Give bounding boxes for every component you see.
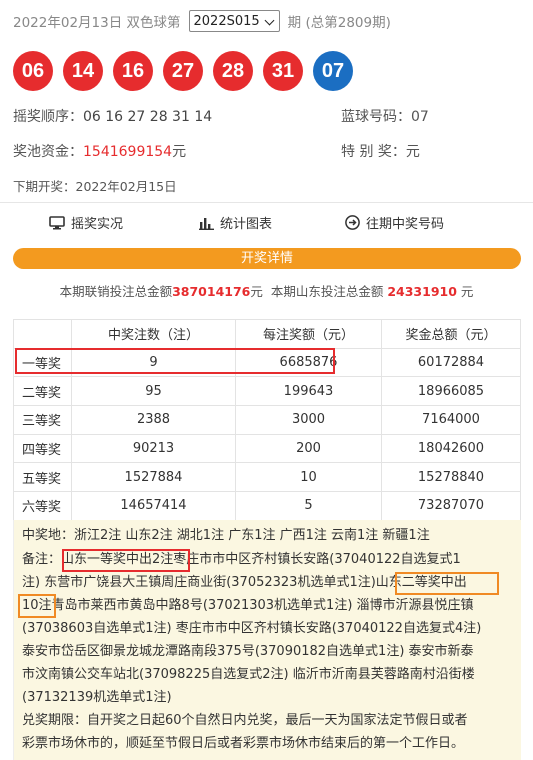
- special-prize-row: 特 别 奖：元: [341, 142, 420, 162]
- winner-count-cell: 14657414: [71, 491, 236, 521]
- shandong-sales-unit: 元: [460, 284, 474, 299]
- draw-order-row: 摇奖顺序：06 16 27 28 31 14: [13, 107, 212, 127]
- history-numbers-link[interactable]: 往期中奖号码: [345, 213, 444, 232]
- second-prize-note-highlight: [395, 572, 499, 595]
- divider: [0, 202, 533, 203]
- live-draw-label: 摇奖实况: [71, 217, 124, 232]
- draw-header: 2022年02月13日 双色球第 2022S015 期 (总第2809期): [13, 10, 391, 32]
- remarks-line: (37132139机选单式1注): [22, 690, 172, 705]
- table-row: 三等奖 2388 3000 7164000: [13, 405, 521, 435]
- winner-count-cell: 95: [71, 376, 236, 407]
- table-row: 四等奖 90213 200 18042600: [13, 433, 521, 464]
- claim-deadline-line: 兑奖期限：自开奖之日起60个自然日内兑奖，最后一天为国家法定节假日或者: [22, 713, 468, 728]
- draw-order-label: 摇奖顺序：: [13, 109, 83, 125]
- arrow-circle-icon: [345, 215, 360, 230]
- shandong-sales-value: 24331910: [387, 284, 457, 299]
- prize-each-cell: 5: [235, 491, 382, 521]
- red-ball: 31: [263, 51, 303, 91]
- first-prize-highlight: [15, 348, 335, 374]
- table-row: 二等奖 95 199643 18966085: [13, 376, 521, 407]
- draw-date-label: 2022年02月13日 双色球第: [13, 15, 181, 31]
- table-row: 五等奖 1527884 10 15278840: [13, 462, 521, 493]
- prize-level-cell: 五等奖: [13, 462, 72, 493]
- national-sales-value: 387014176: [172, 284, 251, 299]
- prize-level-cell: 六等奖: [13, 491, 72, 521]
- prize-level-cell: 二等奖: [13, 376, 72, 407]
- red-ball: 27: [163, 51, 203, 91]
- red-ball: 16: [113, 51, 153, 91]
- issue-suffix: 期 (总第2809期): [287, 15, 391, 31]
- quick-links: 摇奖实况 统计图表 往期中奖号码: [0, 213, 533, 235]
- remarks-label: 备注：: [22, 552, 62, 567]
- red-ball: 14: [63, 51, 103, 91]
- prize-pool-unit: 元: [172, 144, 187, 160]
- table-header-prize-total: 奖金总额（元）: [381, 319, 521, 349]
- table-header-row: 中奖注数（注） 每注奖额（元） 奖金总额（元）: [13, 319, 521, 349]
- issue-select-value: 2022S015: [193, 13, 260, 29]
- winner-location: 枣庄市市中区齐村镇长安路(37040122自选复式1: [173, 552, 461, 567]
- chevron-down-icon: [264, 16, 275, 27]
- stats-chart-link[interactable]: 统计图表: [199, 213, 272, 232]
- remarks-line: 市汶南镇公交车站北(37098225自选复式2注) 临沂市沂南县芙蓉路南村沿街楼: [22, 667, 475, 682]
- prize-total-cell: 18966085: [381, 376, 521, 407]
- table-header-level: [13, 319, 72, 349]
- red-ball: 06: [13, 51, 53, 91]
- blue-number-value: 07: [411, 109, 429, 125]
- table-row: 六等奖 14657414 5 73287070: [13, 491, 521, 521]
- table-header-prize-each: 每注奖额（元）: [235, 319, 382, 349]
- sales-totals: 本期联销投注总金额387014176元 本期山东投注总金额 24331910 元: [0, 281, 533, 300]
- next-draw-date: 下期开奖：2022年02月15日: [13, 179, 177, 194]
- second-prize-count-highlight: [18, 594, 56, 618]
- winner-location: 注) 东营市广饶县大王镇周庄商业街(37052323机选单式1注): [22, 575, 376, 590]
- red-ball: 28: [213, 51, 253, 91]
- winner-count-cell: 1527884: [71, 462, 236, 493]
- stats-chart-label: 统计图表: [220, 217, 273, 232]
- prize-total-cell: 7164000: [381, 405, 521, 435]
- prize-total-cell: 73287070: [381, 491, 521, 521]
- winning-locations-line: 中奖地：浙江2注 山东2注 湖北1注 广东1注 广西1注 云南1注 新疆1注: [22, 528, 430, 543]
- prize-each-cell: 3000: [235, 405, 382, 435]
- history-numbers-label: 往期中奖号码: [366, 217, 445, 232]
- issue-select[interactable]: 2022S015: [188, 10, 280, 32]
- remarks-line: (37038603自选单式1注) 枣庄市市中区齐村镇长安路(37040122自选…: [22, 621, 482, 636]
- claim-deadline-line: 彩票市场休市的，顺延至节假日后或者彩票市场休市结束后的第一个工作日。: [22, 736, 465, 751]
- blue-number-row: 蓝球号码：07: [341, 107, 429, 127]
- prize-each-cell: 200: [235, 433, 382, 464]
- prize-level-cell: 三等奖: [13, 405, 72, 435]
- winner-location: 青岛市莱西市黄岛中路8号(37021303机选单式1注) 淄博市沂源县悦庄镇: [51, 598, 474, 613]
- prize-pool-row: 奖池资金：1541699154元: [13, 142, 186, 162]
- table-header-winners: 中奖注数（注）: [71, 319, 236, 349]
- blue-ball: 07: [313, 51, 353, 91]
- blue-number-label: 蓝球号码：: [341, 109, 411, 125]
- winner-count-cell: 2388: [71, 405, 236, 435]
- remarks-line: 10注青岛市莱西市黄岛中路8号(37021303机选单式1注) 淄博市沂源县悦庄…: [22, 596, 474, 616]
- live-draw-link[interactable]: 摇奖实况: [49, 213, 123, 232]
- special-prize-value: 元: [405, 144, 420, 160]
- draw-details-bar[interactable]: 开奖详情: [13, 248, 521, 269]
- prize-total-cell: 18042600: [381, 433, 521, 464]
- draw-order-value: 06 16 27 28 31 14: [83, 109, 213, 125]
- monitor-icon: [49, 215, 65, 229]
- prize-each-cell: 199643: [235, 376, 382, 407]
- winner-count-cell: 90213: [71, 433, 236, 464]
- remarks-line: 泰安市岱岳区御景龙城龙潭路南段375号(37090182自选单式1注) 泰安市新…: [22, 644, 474, 659]
- prize-total-cell: 15278840: [381, 462, 521, 493]
- national-sales-unit: 元: [250, 284, 263, 299]
- prize-level-cell: 四等奖: [13, 433, 72, 464]
- first-prize-note-highlight: [62, 549, 190, 572]
- special-prize-label: 特 别 奖：: [341, 144, 406, 160]
- prize-total-cell: 60172884: [381, 347, 521, 378]
- prize-pool-value: 1541699154: [83, 144, 173, 160]
- shandong-sales-label: 本期山东投注总金额: [270, 284, 384, 299]
- national-sales-label: 本期联销投注总金额: [59, 284, 173, 299]
- prize-each-cell: 10: [235, 462, 382, 493]
- winning-balls: 06 14 16 27 28 31 07: [13, 51, 353, 91]
- bar-chart-icon: [199, 217, 214, 230]
- prize-pool-label: 奖池资金：: [13, 144, 83, 160]
